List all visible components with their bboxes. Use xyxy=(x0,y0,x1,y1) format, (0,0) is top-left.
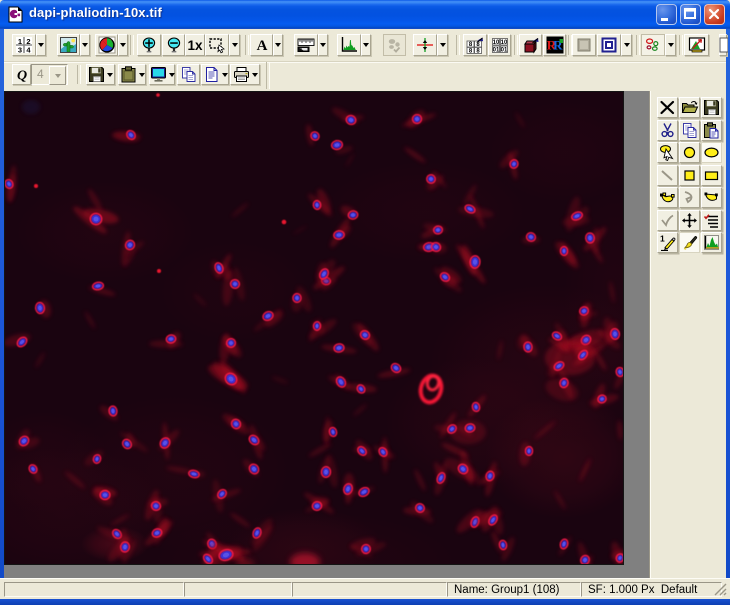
svg-text:Q: Q xyxy=(16,68,26,83)
svg-text:01: 01 xyxy=(492,48,499,54)
svg-text:3: 3 xyxy=(18,45,22,54)
svg-text:10: 10 xyxy=(500,40,507,46)
svg-text:01: 01 xyxy=(500,48,507,54)
svg-text:10: 10 xyxy=(492,40,499,46)
svg-text:A: A xyxy=(256,38,267,54)
svg-text:1x: 1x xyxy=(187,38,203,53)
svg-text:1: 1 xyxy=(660,234,665,244)
